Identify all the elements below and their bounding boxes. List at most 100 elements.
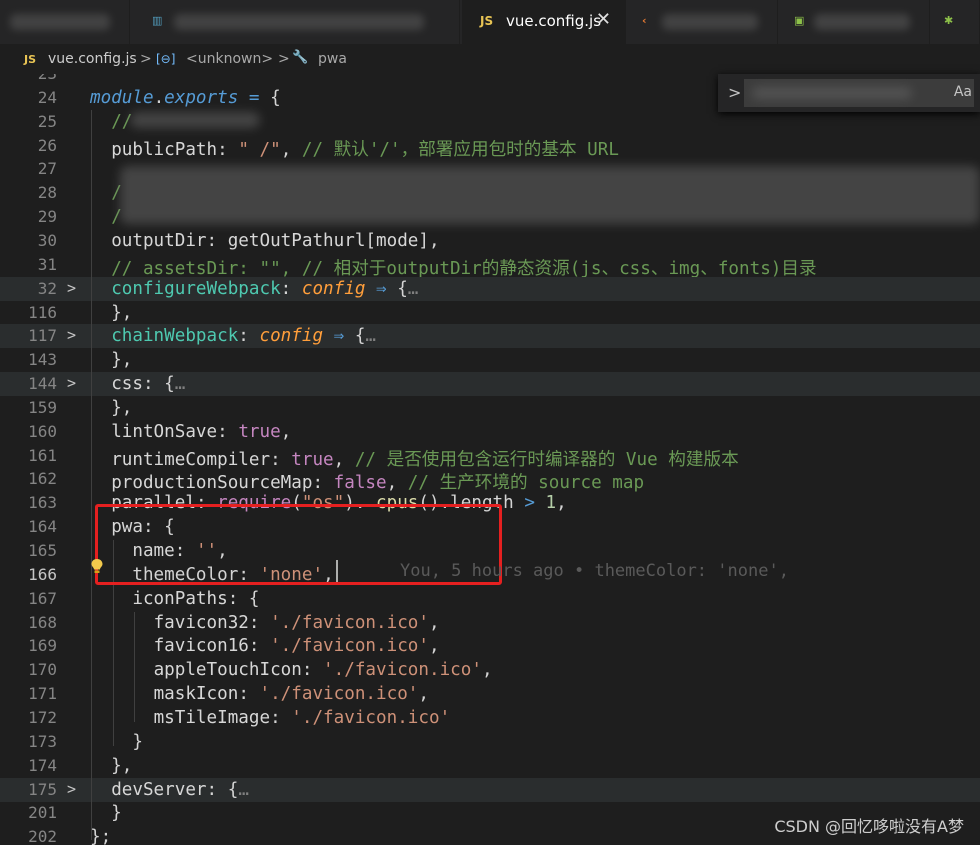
code-text: favicon32: './favicon.ico', xyxy=(90,613,440,633)
code-line[interactable]: 117 > chainWebpack: config ⇒ {… xyxy=(0,324,980,349)
tab-blurred-3[interactable]: ‹ xyxy=(626,0,778,44)
code-token: css xyxy=(111,374,143,395)
code-token: './favicon.ico' xyxy=(259,684,419,705)
code-text: }, xyxy=(90,756,132,776)
code-text: } xyxy=(90,732,143,752)
code-line[interactable]: 175 > devServer: {… xyxy=(0,777,980,802)
breadcrumb-leaf[interactable]: pwa xyxy=(318,51,347,67)
code-token: { xyxy=(344,326,366,347)
code-line[interactable]: 26 publicPath: " /", // 默认'/'，部署应用包时的基本 … xyxy=(0,134,980,160)
code-token: maskIcon xyxy=(153,684,239,705)
close-icon[interactable]: ✕ xyxy=(596,9,611,30)
indent-guide xyxy=(91,110,92,840)
toggle-replace-icon[interactable]: > xyxy=(728,83,741,102)
tab-blurred-4[interactable]: ▣ xyxy=(778,0,930,44)
code-line[interactable]: 30 outputDir: getOutPathurl[mode], xyxy=(0,229,980,253)
code-token: ⇒ xyxy=(333,326,345,347)
code-token: appleTouchIcon xyxy=(153,660,302,681)
code-token: > xyxy=(524,493,535,514)
line-number: 27 xyxy=(37,159,57,179)
code-token: . xyxy=(153,87,165,108)
code-token: exports xyxy=(164,87,239,108)
code-token: config xyxy=(301,278,366,299)
git-blame-annotation: You, 5 hours ago • themeColor: 'none', xyxy=(400,561,789,581)
code-line[interactable]: 159 }, xyxy=(0,396,980,420)
code-token: : xyxy=(238,326,260,347)
blurred-comment xyxy=(130,112,260,128)
code-text: }, xyxy=(90,303,132,323)
code-token: : xyxy=(248,612,271,633)
line-number: 32 xyxy=(37,278,57,298)
code-line[interactable]: 32 > configureWebpack: config ⇒ {… xyxy=(0,276,980,301)
text-cursor xyxy=(336,560,338,582)
fold-chevron-icon[interactable]: > xyxy=(67,780,76,798)
fold-chevron-icon[interactable]: > xyxy=(67,326,76,344)
fold-chevron-icon[interactable]: > xyxy=(67,374,76,392)
find-input[interactable] xyxy=(744,79,974,107)
code-line[interactable]: 167 iconPaths: { xyxy=(0,587,980,611)
code-token: getOutPathurl xyxy=(227,230,366,251)
line-number: 163 xyxy=(28,493,57,513)
code-token: : xyxy=(270,707,292,728)
tab-vue-config[interactable]: JS vue.config.js ✕ xyxy=(462,0,626,44)
code-token: = xyxy=(248,87,260,108)
tab-blurred-1[interactable] xyxy=(0,0,130,44)
code-line[interactable]: 160 lintOnSave: true, xyxy=(0,420,980,444)
code-token: configureWebpack xyxy=(111,278,281,299)
code-line[interactable]: 144 > css: {… xyxy=(0,372,980,397)
line-number: 167 xyxy=(28,588,57,608)
code-line[interactable]: 171 maskIcon: './favicon.ico', xyxy=(0,682,980,706)
code-text: }, xyxy=(90,350,132,370)
match-case-toggle[interactable]: Aa xyxy=(954,84,972,100)
code-line[interactable]: 31 // assetsDir: "", // 相对于outputDir的静态资… xyxy=(0,253,980,279)
line-number: 144 xyxy=(28,374,57,394)
code-editor[interactable]: 2324module.exports = {25 //26 publicPath… xyxy=(0,74,980,845)
indent-guide xyxy=(134,612,135,722)
blurred-tab-label xyxy=(814,14,910,30)
code-token: 1 xyxy=(545,493,557,514)
code-token: : { xyxy=(206,779,239,800)
line-number: 202 xyxy=(28,827,57,845)
tab-blurred-2[interactable]: ▥ xyxy=(130,0,460,44)
code-line[interactable]: 116 }, xyxy=(0,301,980,325)
breadcrumb-file[interactable]: vue.config.js xyxy=(48,51,137,67)
code-text: // xyxy=(90,112,132,132)
code-line[interactable]: 143 }, xyxy=(0,348,980,372)
code-line[interactable]: 168 favicon32: './favicon.ico', xyxy=(0,611,980,635)
code-line[interactable]: 169 favicon16: './favicon.ico', xyxy=(0,634,980,658)
line-number: 165 xyxy=(28,541,57,560)
code-token: iconPaths xyxy=(132,588,228,609)
line-number: 173 xyxy=(28,731,57,751)
breadcrumb-symbol[interactable]: <unknown> xyxy=(186,51,273,67)
js-file-icon: JS xyxy=(24,53,37,66)
code-line[interactable]: 172 msTileImage: './favicon.ico' xyxy=(0,706,980,730)
code-text: }, xyxy=(90,398,132,418)
code-text: lintOnSave: true, xyxy=(90,422,291,442)
lightbulb-icon[interactable] xyxy=(90,558,104,574)
code-line[interactable]: 173 } xyxy=(0,730,980,754)
code-line[interactable]: 161 runtimeCompiler: true, // 是否使用包含运行时编… xyxy=(0,444,980,470)
code-token: } xyxy=(90,803,122,824)
code-line[interactable]: 174 }, xyxy=(0,754,980,778)
js-file-icon: JS xyxy=(480,14,494,28)
tab-blurred-5[interactable]: ✱ xyxy=(930,0,980,44)
code-token: favicon16 xyxy=(153,636,249,657)
code-token: }; xyxy=(90,827,112,845)
code-text: appleTouchIcon: './favicon.ico', xyxy=(90,660,493,680)
line-number: 201 xyxy=(28,803,57,823)
line-number: 24 xyxy=(37,87,57,107)
line-number: 166 xyxy=(28,564,57,584)
line-number: 171 xyxy=(28,684,57,704)
code-line[interactable]: 162 productionSourceMap: false, // 生产环境的… xyxy=(0,467,980,493)
code-line[interactable]: 170 appleTouchIcon: './favicon.ico', xyxy=(0,658,980,682)
blurred-tab-label xyxy=(10,14,110,30)
code-token: mode xyxy=(376,230,419,251)
fold-chevron-icon[interactable]: > xyxy=(67,279,76,297)
